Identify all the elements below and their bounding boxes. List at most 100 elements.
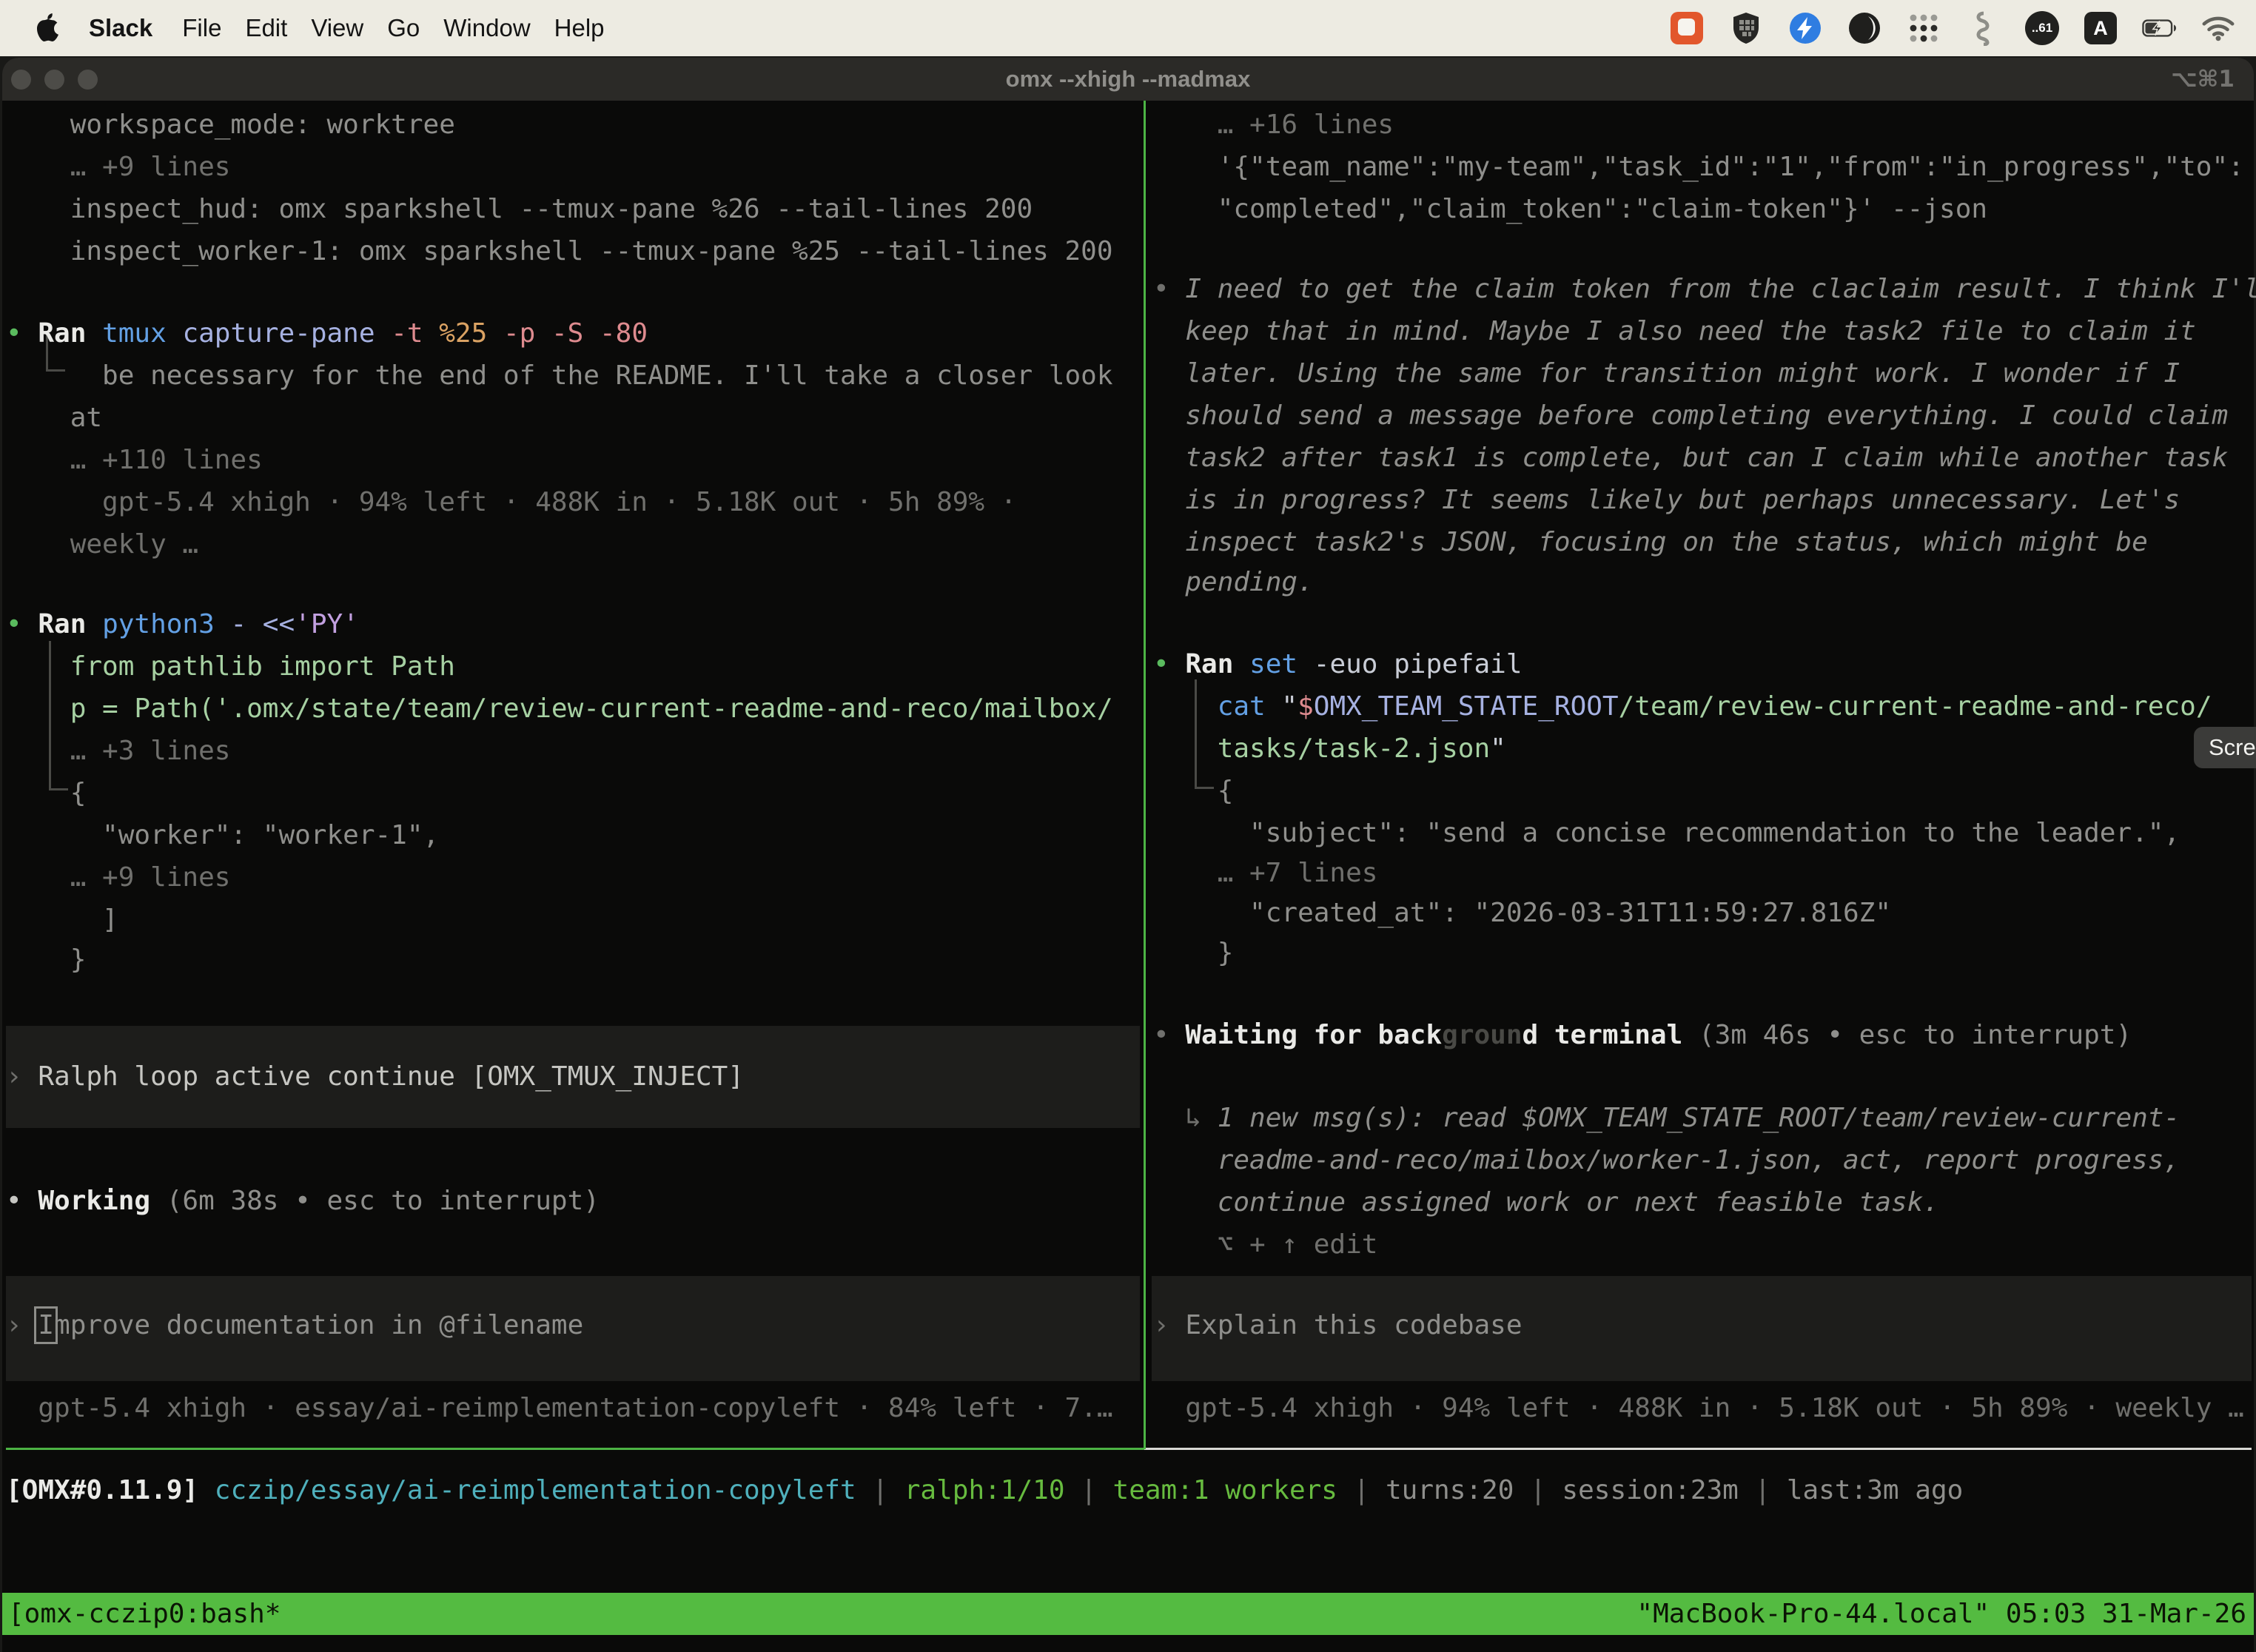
terminal-text-segment: " <box>1281 691 1297 722</box>
terminal-line: • Ran tmux capture-pane -t %25 -p -S -80 <box>6 312 648 355</box>
terminal-text-segment: ralph:1/10 <box>904 1475 1065 1505</box>
terminal-line: readme-and-reco/mailbox/worker-1.json, a… <box>1153 1139 2180 1181</box>
menu-help[interactable]: Help <box>554 14 628 42</box>
terminal-line: … +3 lines <box>6 730 230 772</box>
screen-share-popup[interactable]: Scre <box>2194 727 2256 768</box>
terminal-text-segment: [OMX#0.11.9] <box>6 1475 215 1505</box>
menu-app-name[interactable]: Slack <box>89 14 182 42</box>
terminal-text-segment: } <box>1153 938 1233 968</box>
apple-menu-icon[interactable] <box>34 12 61 44</box>
terminal-line: tasks/task-2.json" <box>1153 728 1506 770</box>
menu-view[interactable]: View <box>311 14 387 42</box>
terminal-text-segment: } <box>6 944 86 975</box>
terminal-text-segment: last:3m ago <box>1787 1475 1963 1505</box>
terminal-text-segment: tmux <box>102 318 182 349</box>
terminal-text-segment: -euo pipefail <box>1314 649 1523 679</box>
terminal-text-segment: • <box>6 1186 38 1216</box>
terminal-line: • Ran set -euo pipefail <box>1153 643 1523 685</box>
terminal-text-segment: d terminal <box>1523 1020 1699 1050</box>
terminal-text-segment: • <box>6 609 38 639</box>
window-shortcut-badge: ⌥⌘1 <box>2171 58 2235 101</box>
crescent-circle-icon[interactable] <box>1847 11 1881 45</box>
chat-icon[interactable] <box>1670 11 1704 45</box>
terminal-line: keep that in mind. Maybe I also need the… <box>1153 310 2196 352</box>
terminal-text-segment: › <box>6 1310 38 1340</box>
terminal-text-segment: ↳ <box>1153 1103 1218 1133</box>
terminal-line: be necessary for the end of the README. … <box>6 355 1113 397</box>
terminal-text-segment: - << <box>230 609 295 639</box>
terminal-text-segment: … +7 lines <box>1153 858 1377 888</box>
terminal-text-segment: mprove documentation in @filename <box>54 1310 583 1340</box>
terminal-text-segment: ⌥ + ↑ edit <box>1153 1229 1377 1260</box>
terminal-text-segment: gpt-5.4 xhigh · 94% left · 488K in · 5.1… <box>6 487 1016 517</box>
badge-61-icon[interactable]: ..61 <box>2025 11 2059 45</box>
terminal-text-segment: tasks/task-2.json <box>1153 733 1490 764</box>
terminal-text-segment: … +16 lines <box>1153 110 1394 140</box>
terminal-cursor: I <box>38 1310 54 1340</box>
menu-window[interactable]: Window <box>443 14 554 42</box>
menu-file[interactable]: File <box>182 14 245 42</box>
terminal-text-segment: weekly … <box>6 529 198 560</box>
terminal-text-segment: gpt-5.4 xhigh · essay/ai-reimplementatio… <box>6 1393 1113 1423</box>
terminal-text-segment: • <box>1153 649 1185 679</box>
terminal-text-segment: team:1 workers <box>1113 1475 1337 1505</box>
terminal-text-segment: • <box>1153 1020 1185 1050</box>
terminal-text-segment: … +9 lines <box>6 862 230 893</box>
terminal-text-segment: Working <box>38 1186 166 1216</box>
terminal-text-segment: groun <box>1442 1020 1522 1050</box>
wifi-icon[interactable] <box>2201 11 2235 45</box>
terminal-text-segment: p = Path('.omx/state/team/review-current… <box>6 694 1113 724</box>
terminal-text-segment: { <box>1153 776 1233 806</box>
squiggle-icon[interactable] <box>1966 11 2000 45</box>
bolt-circle-icon[interactable] <box>1788 11 1822 45</box>
terminal-line: later. Using the same for transition mig… <box>1153 352 2180 394</box>
terminal-line: ⌥ + ↑ edit <box>1153 1223 1377 1266</box>
terminal-text-segment: turns:20 <box>1386 1475 1514 1505</box>
menu-edit[interactable]: Edit <box>245 14 311 42</box>
terminal-line: • I need to get the claim token from the… <box>1153 268 2256 310</box>
terminal-text-segment: /team/review-current-readme-and-reco/ <box>1619 691 2212 722</box>
terminal-line: "created_at": "2026-03-31T11:59:27.816Z" <box>1153 892 1891 934</box>
terminal-text-segment: | <box>1337 1475 1386 1505</box>
terminal-line: inspect_hud: omx sparkshell --tmux-pane … <box>6 188 1033 230</box>
terminal-line: task2 after task1 is complete, but can I… <box>1153 437 2228 479</box>
terminal-text-segment: inspect task2's JSON, focusing on the st… <box>1153 527 2148 557</box>
terminal-line: … +16 lines <box>1153 104 1394 146</box>
terminal-line: workspace_mode: worktree <box>6 104 455 146</box>
terminal-line: … +9 lines <box>6 146 230 188</box>
terminal-line: should send a message before completing … <box>1153 394 2228 437</box>
menu-go[interactable]: Go <box>387 14 443 42</box>
terminal-text-segment: be necessary for the end of the README. … <box>6 360 1113 391</box>
terminal-text-segment: python3 <box>102 609 230 639</box>
pane-border-horizontal <box>1144 1448 2252 1450</box>
shield-icon[interactable] <box>1729 11 1763 45</box>
dots-grid-icon[interactable] <box>1907 11 1941 45</box>
terminal-text-segment: -t <box>391 318 439 349</box>
terminal-line: } <box>6 939 86 981</box>
terminal-text-segment: (3m 46s • esc to interrupt) <box>1699 1020 2132 1050</box>
terminal-line: gpt-5.4 xhigh · essay/ai-reimplementatio… <box>6 1387 1113 1429</box>
terminal-text-segment: … +3 lines <box>6 736 230 766</box>
terminal-line: '{"team_name":"my-team","task_id":"1","f… <box>1153 146 2244 188</box>
terminal-text-segment: ] <box>6 904 118 935</box>
terminal-line: • Working (6m 38s • esc to interrupt) <box>6 1180 600 1222</box>
terminal-line: › Ralph loop active continue [OMX_TMUX_I… <box>6 1055 744 1098</box>
terminal-text-segment: keep that in mind. Maybe I also need the… <box>1153 316 2196 346</box>
terminal-line: at <box>6 397 102 439</box>
terminal-text-segment: cat <box>1218 691 1282 722</box>
terminal-text-segment: continue assigned work or next feasible … <box>1153 1187 1939 1218</box>
terminal-text-segment: 1 new msg(s): read $OMX_TEAM_STATE_ROOT/… <box>1218 1103 2180 1133</box>
terminal-text-segment: … +9 lines <box>6 152 230 182</box>
terminal-line: … +110 lines <box>6 439 263 481</box>
terminal-line: … +9 lines <box>6 856 230 899</box>
terminal-text-segment: › <box>6 1061 38 1092</box>
terminal-text-segment: %25 <box>439 318 503 349</box>
terminal-text-segment: … +110 lines <box>6 445 263 475</box>
input-source-icon[interactable]: A <box>2084 12 2117 44</box>
terminal-line: › Explain this codebase <box>1153 1304 1523 1346</box>
terminal-text-segment: Waiting for back <box>1185 1020 1442 1050</box>
terminal-line: } <box>1153 932 1233 974</box>
window-title: omx --xhigh --madmax <box>2 58 2254 101</box>
terminal-text-segment: Ralph loop active continue [OMX_TMUX_INJ… <box>38 1061 744 1092</box>
battery-icon[interactable] <box>2142 11 2176 45</box>
